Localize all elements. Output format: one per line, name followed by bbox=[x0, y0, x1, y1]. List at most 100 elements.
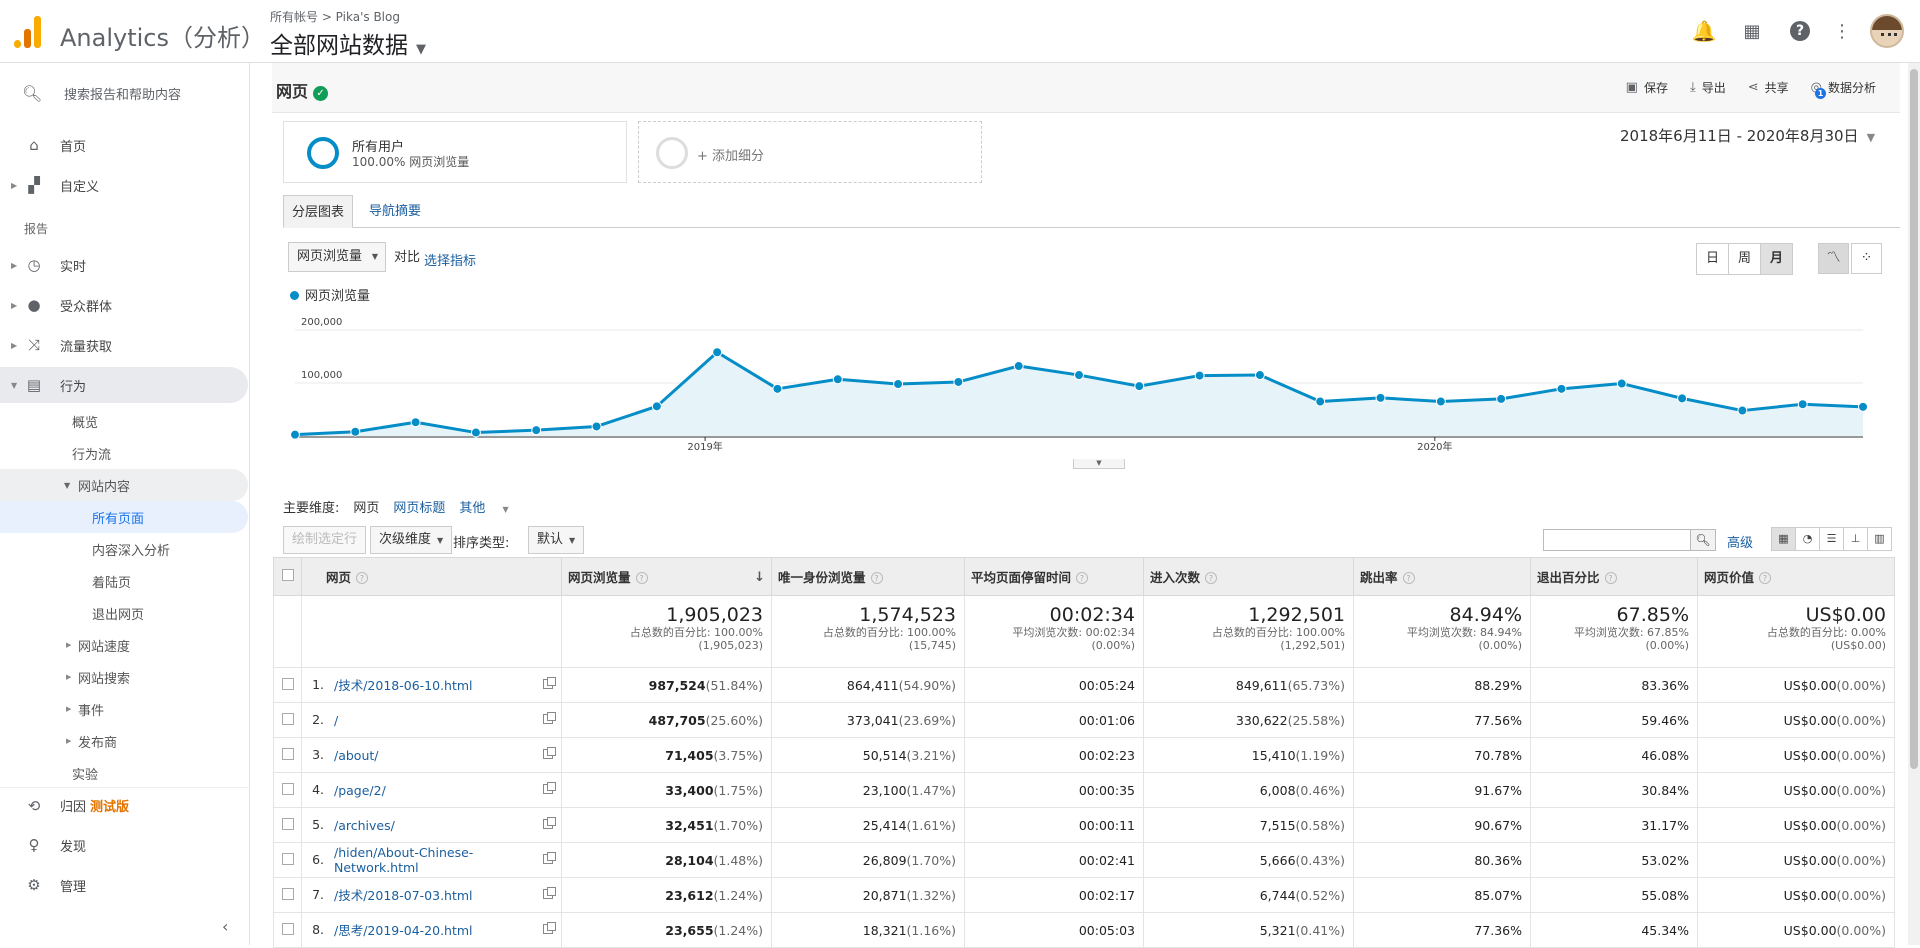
table-filter-input[interactable] bbox=[1543, 529, 1691, 551]
column-header-page[interactable]: 网页? bbox=[301, 557, 562, 596]
week-button[interactable]: 周 bbox=[1728, 243, 1761, 275]
account-breadcrumb[interactable]: 所有帐号 > Pika's Blog bbox=[270, 8, 400, 25]
sidebar-item-acquisition[interactable]: ▶ ⤨ 流量获取 bbox=[0, 327, 250, 363]
search-icon[interactable]: 🔍︎ bbox=[1690, 529, 1716, 551]
sidebar-item-flow[interactable]: 行为流 bbox=[0, 437, 248, 469]
performance-view-icon[interactable]: ☰ bbox=[1819, 527, 1844, 551]
comparison-view-icon[interactable]: ⊥ bbox=[1843, 527, 1868, 551]
sidebar-item-drilldown[interactable]: 内容深入分析 bbox=[0, 533, 248, 565]
row-checkbox[interactable] bbox=[273, 877, 302, 913]
analytics-logo-icon[interactable] bbox=[14, 16, 42, 48]
open-external-icon[interactable] bbox=[543, 677, 556, 689]
open-external-icon[interactable] bbox=[543, 887, 556, 899]
metric-selector[interactable]: 网页浏览量 ▼ bbox=[288, 242, 386, 272]
page-link[interactable]: / bbox=[334, 713, 338, 728]
row-checkbox[interactable] bbox=[273, 667, 302, 703]
advanced-filter-link[interactable]: 高级 bbox=[1727, 532, 1753, 551]
pie-view-icon[interactable]: ◔ bbox=[1795, 527, 1820, 551]
bell-icon[interactable]: 🔔 bbox=[1688, 15, 1720, 47]
row-checkbox[interactable] bbox=[273, 807, 302, 843]
sidebar-item-discover[interactable]: ♀ 发现 bbox=[0, 827, 250, 863]
row-checkbox[interactable] bbox=[273, 772, 302, 808]
segment-all-users[interactable]: 所有用户 100.00% 网页浏览量 bbox=[283, 121, 627, 183]
open-external-icon[interactable] bbox=[543, 922, 556, 934]
dimension-page[interactable]: 网页 bbox=[353, 497, 379, 516]
open-external-icon[interactable] bbox=[543, 782, 556, 794]
help-icon[interactable]: ? bbox=[870, 572, 883, 584]
page-link[interactable]: /技术/2018-07-03.html bbox=[334, 888, 473, 903]
row-checkbox[interactable] bbox=[273, 702, 302, 738]
date-range-picker[interactable]: 2018年6月11日 - 2020年8月30日 ▼ bbox=[1620, 125, 1875, 146]
help-icon[interactable]: ? bbox=[1759, 572, 1772, 584]
row-checkbox[interactable] bbox=[273, 737, 302, 773]
page-link[interactable]: /about/ bbox=[334, 748, 379, 763]
tab-explorer[interactable]: 分层图表 bbox=[283, 195, 354, 228]
sidebar-item-experiments[interactable]: 实验 bbox=[0, 757, 248, 789]
select-all-checkbox[interactable] bbox=[273, 557, 302, 596]
sidebar-item-landing-pages[interactable]: 着陆页 bbox=[0, 565, 248, 597]
page-link[interactable]: /hiden/About-Chinese-Network.html bbox=[334, 845, 524, 875]
more-vert-icon[interactable]: ⋮ bbox=[1832, 15, 1852, 47]
collapse-sidebar-icon[interactable]: ‹ bbox=[222, 917, 228, 936]
chart-collapse-handle[interactable]: ▼ bbox=[1073, 459, 1125, 469]
search-input[interactable]: 搜索报告和帮助内容 bbox=[64, 84, 181, 103]
sidebar-item-attribution[interactable]: ⟲ 归因 测试版 bbox=[0, 787, 250, 823]
scrollbar-thumb[interactable] bbox=[1910, 69, 1918, 769]
export-button[interactable]: ⤓ 导出 bbox=[1690, 79, 1726, 96]
column-header-page-value[interactable]: 网页价值? bbox=[1697, 557, 1895, 596]
day-button[interactable]: 日 bbox=[1696, 243, 1729, 275]
tab-navigation-summary[interactable]: 导航摘要 bbox=[361, 195, 429, 228]
apps-grid-icon[interactable]: ▦ bbox=[1736, 15, 1768, 47]
select-metric-link[interactable]: 选择指标 bbox=[424, 250, 476, 269]
page-link[interactable]: /archives/ bbox=[334, 818, 395, 833]
sidebar-item-site-search[interactable]: ▶ 网站搜索 bbox=[0, 661, 248, 693]
open-external-icon[interactable] bbox=[543, 817, 556, 829]
share-button[interactable]: ⋖ 共享 bbox=[1748, 79, 1789, 96]
sidebar-item-all-pages[interactable]: 所有页面 bbox=[0, 501, 248, 533]
avatar[interactable] bbox=[1870, 14, 1904, 48]
page-link[interactable]: /page/2/ bbox=[334, 783, 386, 798]
insights-button[interactable]: ◎ 1 数据分析 bbox=[1811, 79, 1876, 99]
pivot-view-icon[interactable]: ▥ bbox=[1867, 527, 1892, 551]
page-link[interactable]: /思考/2019-04-20.html bbox=[334, 923, 473, 938]
help-icon[interactable]: ? bbox=[1402, 572, 1415, 584]
help-icon[interactable]: ? bbox=[635, 572, 648, 584]
sidebar-search[interactable]: 🔍︎ 搜索报告和帮助内容 bbox=[0, 75, 250, 111]
column-header-unique-pageviews[interactable]: 唯一身份浏览量? bbox=[771, 557, 965, 596]
open-external-icon[interactable] bbox=[543, 747, 556, 759]
sidebar-item-publisher[interactable]: ▶ 发布商 bbox=[0, 725, 248, 757]
dimension-other[interactable]: 其他 ▼ bbox=[459, 497, 522, 516]
column-header-exit-pct[interactable]: 退出百分比? bbox=[1530, 557, 1698, 596]
row-checkbox[interactable] bbox=[273, 842, 302, 878]
sidebar-item-site-content[interactable]: ▼ 网站内容 bbox=[0, 469, 248, 501]
sidebar-item-overview[interactable]: 概览 bbox=[0, 405, 248, 437]
open-external-icon[interactable] bbox=[543, 712, 556, 724]
column-header-pageviews[interactable]: 网页浏览量? ↓ bbox=[561, 557, 772, 596]
help-icon[interactable]: ? bbox=[1604, 572, 1617, 584]
sidebar-item-exit-pages[interactable]: 退出网页 bbox=[0, 597, 248, 629]
month-button[interactable]: 月 bbox=[1760, 243, 1793, 275]
help-icon[interactable]: ? bbox=[1205, 572, 1218, 584]
sidebar-item-admin[interactable]: ⚙ 管理 bbox=[0, 867, 250, 903]
help-icon[interactable]: ? bbox=[1784, 15, 1816, 47]
sidebar-item-behavior[interactable]: ▼ ▤ 行为 bbox=[0, 367, 248, 403]
motion-chart-icon[interactable]: ⁘ bbox=[1851, 243, 1882, 274]
sidebar-item-audience[interactable]: ▶ ● 受众群体 bbox=[0, 287, 250, 323]
secondary-dimension-select[interactable]: 次级维度 ▼ bbox=[370, 526, 453, 554]
dimension-page-title[interactable]: 网页标题 bbox=[393, 497, 445, 516]
page-link[interactable]: /技术/2018-06-10.html bbox=[334, 678, 473, 693]
add-segment-button[interactable]: + 添加细分 bbox=[638, 121, 982, 183]
column-header-avg-time[interactable]: 平均页面停留时间? bbox=[964, 557, 1144, 596]
sidebar-item-home[interactable]: ⌂ 首页 bbox=[0, 127, 250, 163]
open-external-icon[interactable] bbox=[543, 852, 556, 864]
help-icon[interactable]: ? bbox=[1076, 572, 1089, 584]
row-checkbox[interactable] bbox=[273, 912, 302, 948]
sidebar-item-customize[interactable]: ▶ ▞ 自定义 bbox=[0, 167, 250, 203]
sort-type-select[interactable]: 默认 ▼ bbox=[528, 526, 585, 554]
column-header-bounce-rate[interactable]: 跳出率? bbox=[1353, 557, 1531, 596]
column-header-entrances[interactable]: 进入次数? bbox=[1143, 557, 1354, 596]
save-button[interactable]: ▣ 保存 bbox=[1626, 79, 1668, 96]
page-scrollbar[interactable] bbox=[1908, 63, 1920, 945]
plot-rows-button[interactable]: 绘制选定行 bbox=[283, 526, 367, 554]
sidebar-item-site-speed[interactable]: ▶ 网站速度 bbox=[0, 629, 248, 661]
